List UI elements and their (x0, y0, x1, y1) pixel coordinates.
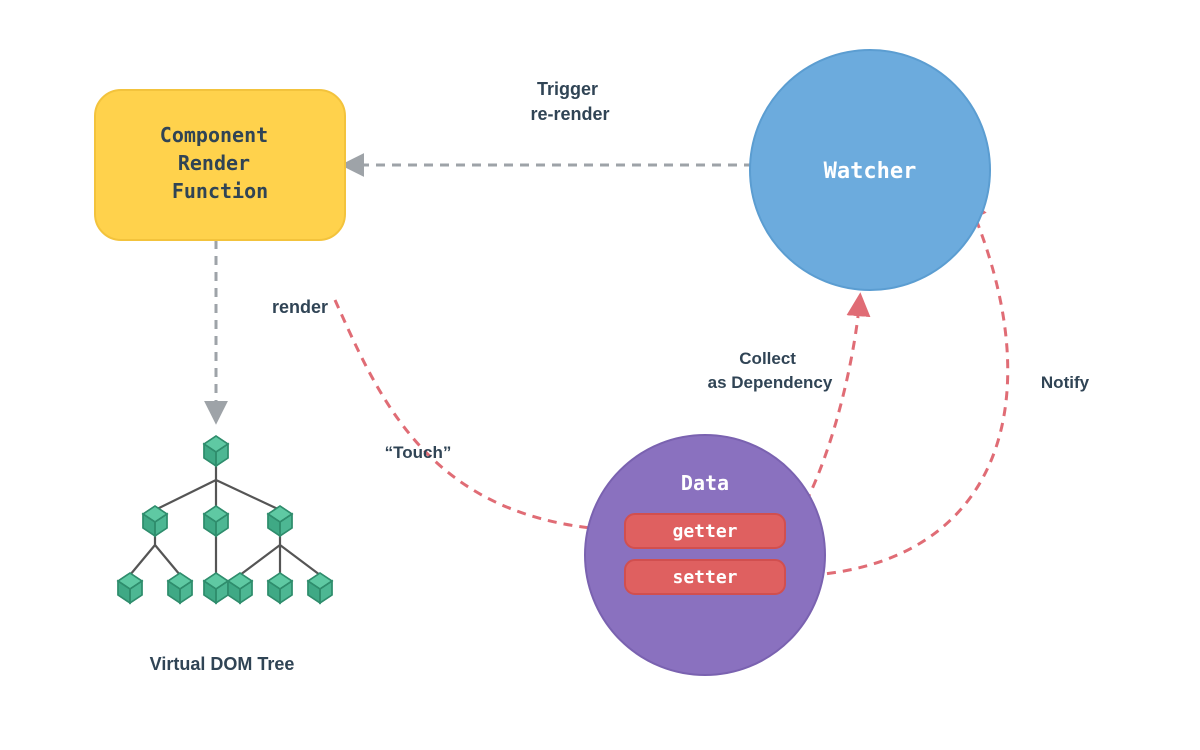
node-data: Data getter setter (585, 435, 825, 675)
node-watcher: Watcher (750, 50, 990, 290)
data-getter-pill: getter (625, 514, 785, 548)
label-collect-line-1: Collect (739, 349, 796, 368)
watcher-label: Watcher (824, 159, 917, 184)
svg-text:Trigger re-render: Trigger re-render (530, 79, 609, 124)
svg-text:Component Render F: Component Render Function (160, 123, 280, 203)
crf-line-1: Component (160, 123, 268, 147)
edge-touch (335, 300, 615, 530)
label-notify: Notify (1041, 373, 1090, 392)
label-trigger-line-1: Trigger (537, 79, 598, 99)
data-setter-label: setter (672, 567, 737, 588)
label-trigger-line-2: re-render (530, 104, 609, 124)
data-setter-pill: setter (625, 560, 785, 594)
label-touch: “Touch” (385, 443, 452, 462)
reactivity-diagram: Component Render Function Watcher Data g… (0, 0, 1200, 750)
crf-line-3: Function (172, 179, 268, 203)
label-render: render (272, 297, 328, 317)
data-label: Data (681, 471, 729, 495)
data-getter-label: getter (672, 521, 737, 542)
svg-text:Collect as Dependency: Collect as Dependency (708, 349, 833, 392)
crf-line-2: Render (178, 151, 250, 175)
label-collect-line-2: as Dependency (708, 373, 833, 392)
virtual-dom-tree-label: Virtual DOM Tree (150, 654, 295, 674)
node-component-render-function: Component Render Function (95, 90, 345, 240)
node-virtual-dom-tree: Virtual DOM Tree (118, 436, 332, 674)
